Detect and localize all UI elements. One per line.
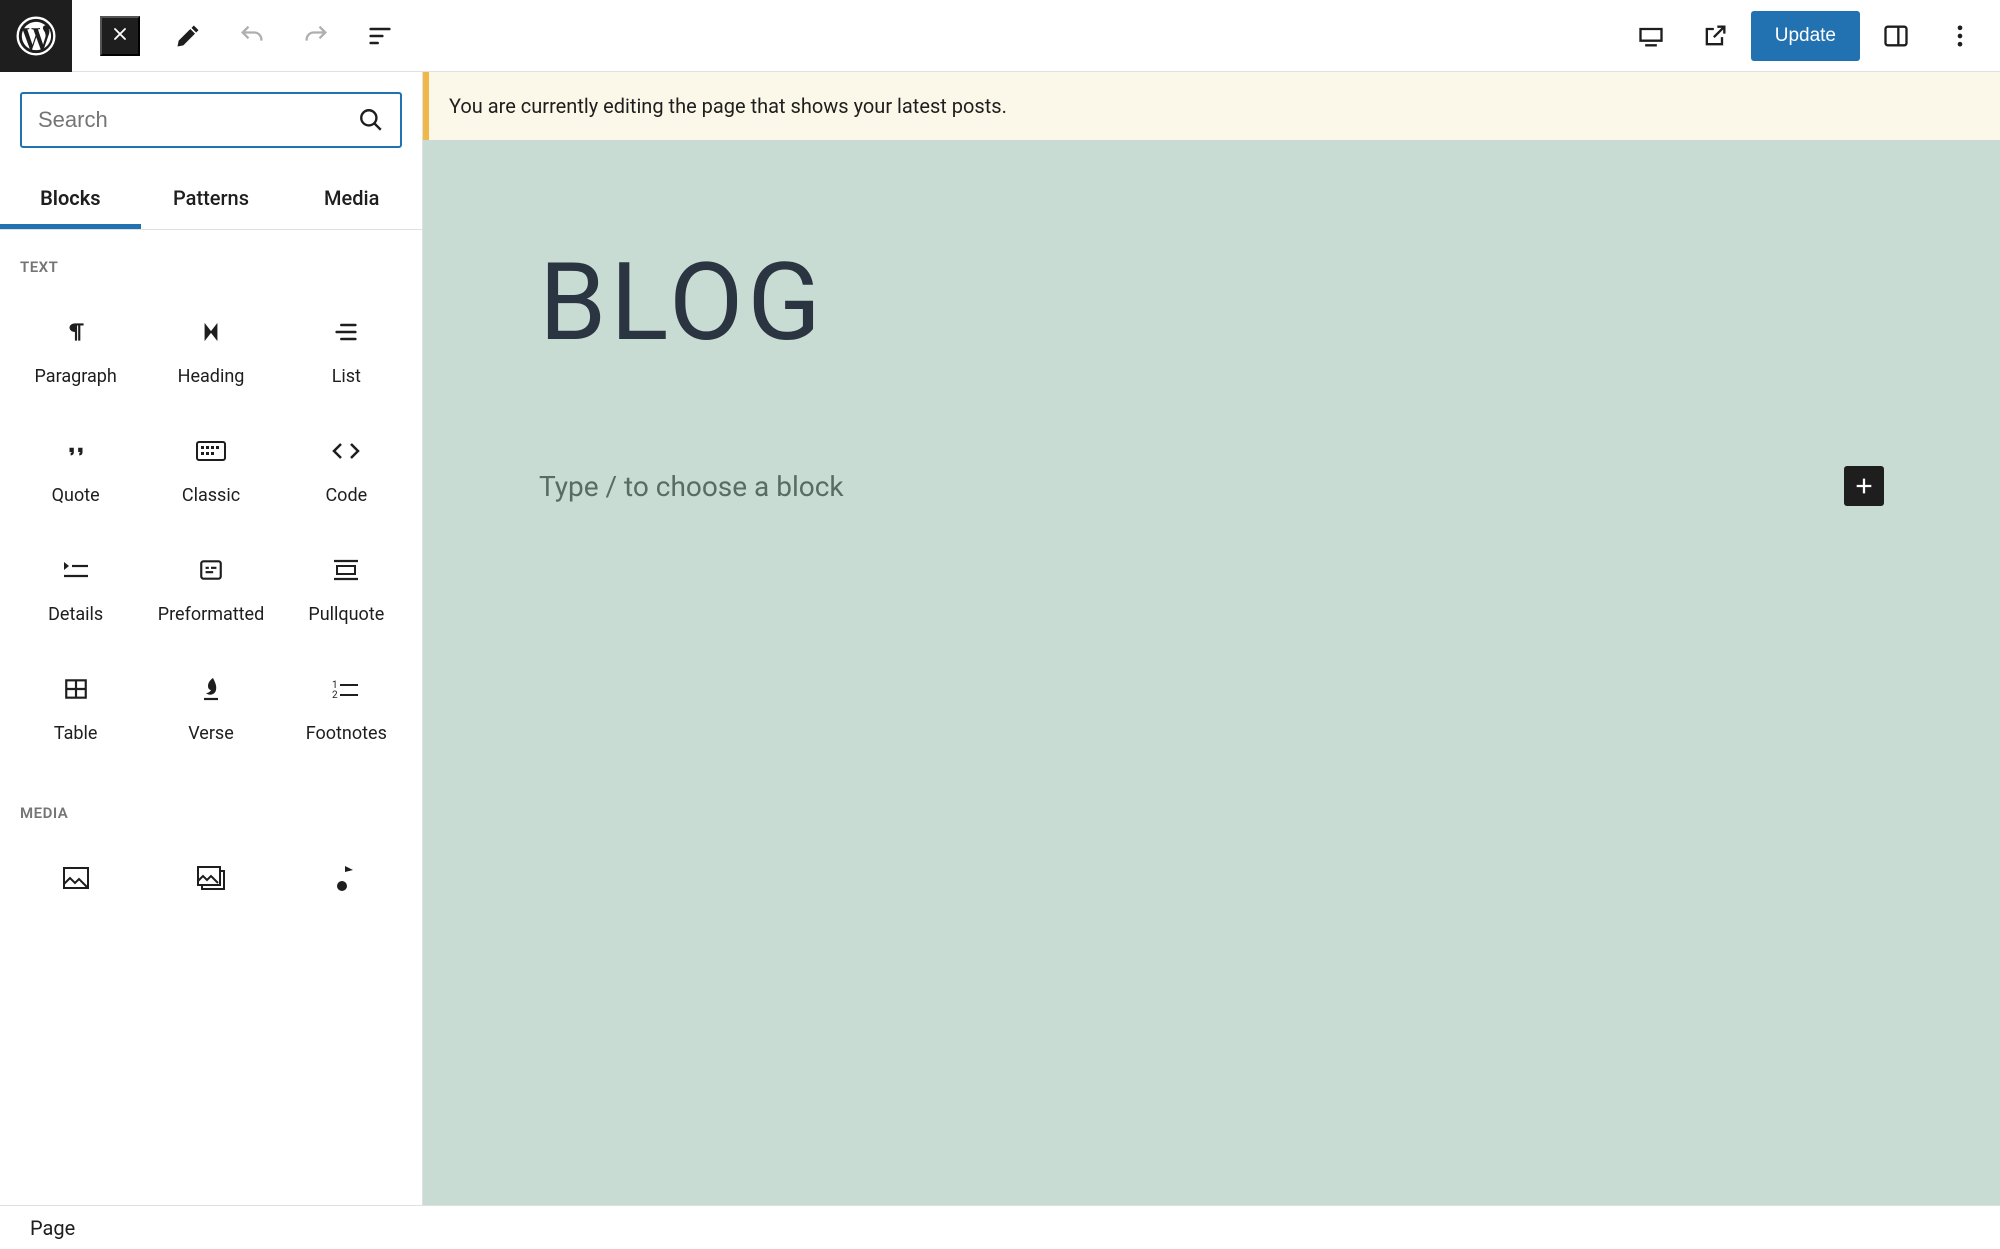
undo-icon [238, 22, 266, 50]
wordpress-logo[interactable] [0, 0, 72, 72]
block-label: Code [325, 485, 367, 506]
undo-button [224, 8, 280, 64]
editor-canvas[interactable]: You are currently editing the page that … [423, 72, 2000, 1205]
close-inserter-button[interactable] [100, 16, 140, 56]
editing-notice: You are currently editing the page that … [423, 72, 2000, 140]
settings-sidebar-button[interactable] [1868, 8, 1924, 64]
block-label: Quote [52, 485, 100, 506]
block-label: Pullquote [308, 604, 384, 625]
block-details[interactable]: Details [8, 530, 143, 649]
redo-icon [302, 22, 330, 50]
details-icon [60, 554, 92, 586]
pullquote-icon [330, 554, 362, 586]
block-label: Preformatted [158, 604, 265, 625]
tab-patterns[interactable]: Patterns [141, 168, 282, 229]
breadcrumb[interactable]: Page [30, 1216, 75, 1240]
breadcrumb-bar: Page [0, 1205, 2000, 1249]
view-page-button[interactable] [1687, 8, 1743, 64]
block-paragraph[interactable]: Paragraph [8, 292, 143, 411]
close-icon [110, 24, 130, 44]
verse-icon [195, 673, 227, 705]
block-label: Footnotes [306, 723, 387, 744]
more-vertical-icon [1946, 22, 1974, 50]
redo-button [288, 8, 344, 64]
plus-icon [1853, 475, 1875, 497]
search-box [20, 92, 402, 148]
list-view-icon [366, 22, 394, 50]
text-blocks-grid: Paragraph Heading List Quote Classic Cod… [0, 284, 422, 776]
block-gallery[interactable] [143, 838, 278, 936]
block-table[interactable]: Table [8, 649, 143, 768]
preformatted-icon [195, 554, 227, 586]
tab-media[interactable]: Media [281, 168, 422, 229]
block-code[interactable]: Code [279, 411, 414, 530]
block-classic[interactable]: Classic [143, 411, 278, 530]
block-inserter-panel: Blocks Patterns Media TEXT Paragraph Hea… [0, 72, 423, 1205]
list-icon [330, 316, 362, 348]
block-label: Details [48, 604, 103, 625]
image-icon [60, 862, 92, 894]
block-verse[interactable]: Verse [143, 649, 278, 768]
update-button[interactable]: Update [1751, 11, 1860, 61]
footnotes-icon: 12 [330, 673, 362, 705]
block-list[interactable]: List [279, 292, 414, 411]
desktop-icon [1637, 22, 1665, 50]
table-icon [60, 673, 92, 705]
block-footnotes[interactable]: 12 Footnotes [279, 649, 414, 768]
block-label: Paragraph [35, 366, 117, 387]
media-blocks-grid [0, 830, 422, 944]
block-placeholder[interactable]: Type / to choose a block [539, 470, 844, 503]
external-link-icon [1701, 22, 1729, 50]
category-text-label: TEXT [0, 230, 422, 284]
code-icon [330, 435, 362, 467]
gallery-icon [195, 862, 227, 894]
paragraph-icon [60, 316, 92, 348]
page-title[interactable]: BLOG [423, 140, 2000, 366]
editor-toolbar: Update [0, 0, 2000, 72]
options-button[interactable] [1932, 8, 1988, 64]
block-label: Classic [182, 485, 240, 506]
block-label: Table [54, 723, 98, 744]
document-overview-button[interactable] [352, 8, 408, 64]
category-media-label: MEDIA [0, 776, 422, 830]
inserter-tabs: Blocks Patterns Media [0, 168, 422, 230]
block-heading[interactable]: Heading [143, 292, 278, 411]
block-label: Heading [178, 366, 245, 387]
block-preformatted[interactable]: Preformatted [143, 530, 278, 649]
search-input[interactable] [38, 107, 358, 133]
classic-icon [195, 435, 227, 467]
tools-button[interactable] [160, 8, 216, 64]
block-image[interactable] [8, 838, 143, 936]
heading-icon [195, 316, 227, 348]
view-button[interactable] [1623, 8, 1679, 64]
quote-icon [60, 435, 92, 467]
block-audio[interactable] [279, 838, 414, 936]
add-block-button[interactable] [1844, 466, 1884, 506]
block-label: Verse [188, 723, 234, 744]
block-pullquote[interactable]: Pullquote [279, 530, 414, 649]
edit-icon [174, 22, 202, 50]
tab-blocks[interactable]: Blocks [0, 168, 141, 229]
block-label: List [332, 366, 361, 387]
block-quote[interactable]: Quote [8, 411, 143, 530]
search-icon [358, 107, 384, 133]
wordpress-icon [16, 16, 56, 56]
audio-icon [330, 862, 362, 894]
svg-text:2: 2 [332, 690, 338, 700]
sidebar-icon [1882, 22, 1910, 50]
